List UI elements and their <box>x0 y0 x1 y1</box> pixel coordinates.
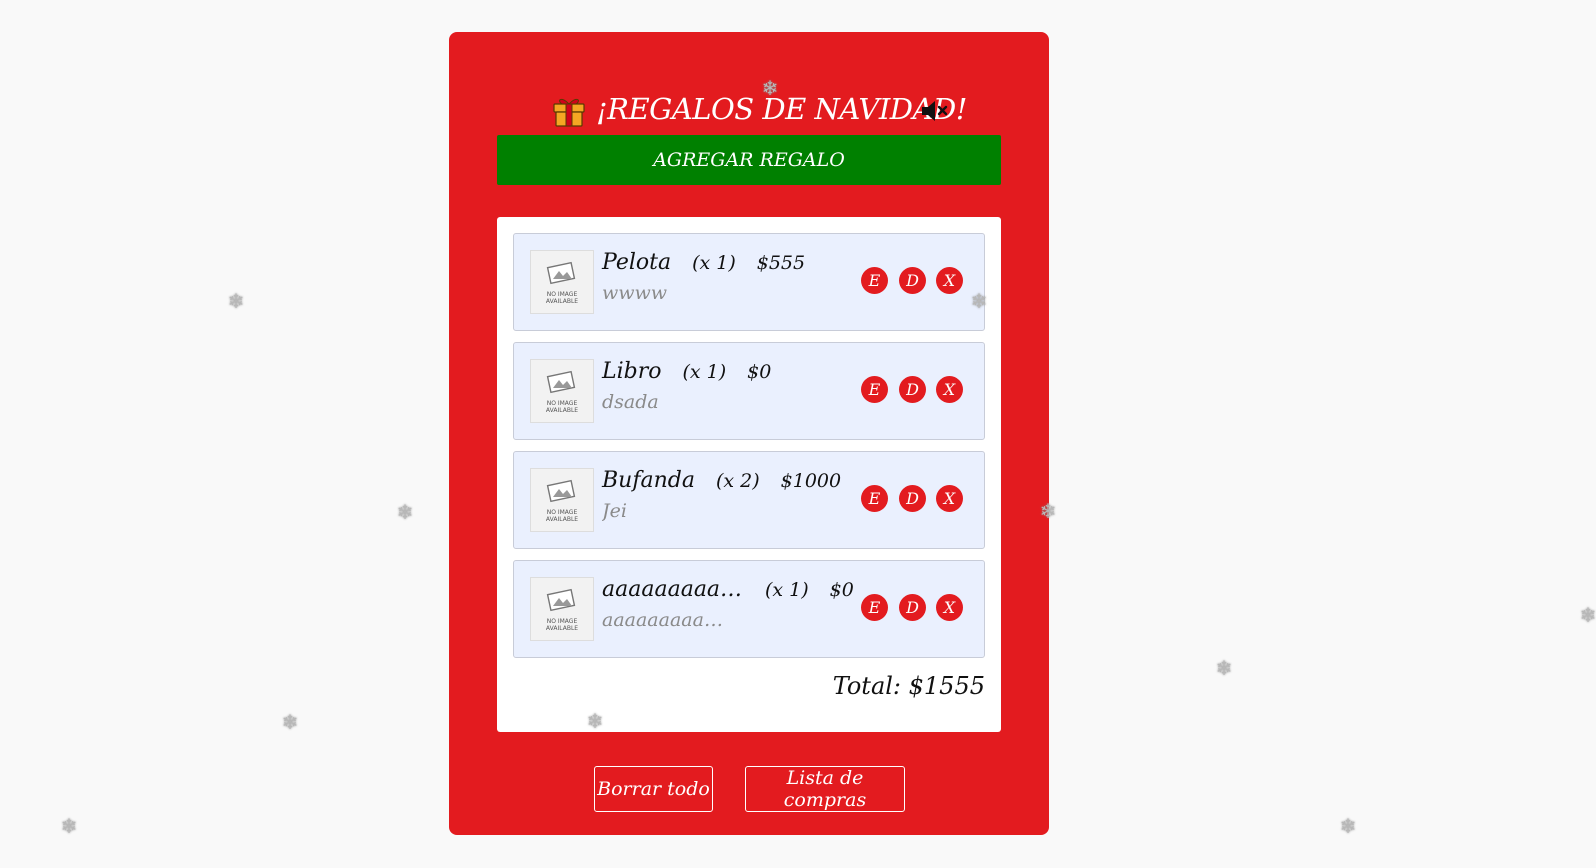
gift-quantity: (x 1) <box>692 252 736 274</box>
snowflake-icon: ❄ <box>1339 814 1357 838</box>
gift-price: $555 <box>756 252 806 274</box>
delete-button[interactable]: X <box>936 267 963 294</box>
total-amount: Total: $1555 <box>832 672 985 700</box>
gift-summary: Bufanda (x 2) $1000 <box>602 468 841 493</box>
no-image-text: NO IMAGE AVAILABLE <box>545 291 579 305</box>
gift-item: NO IMAGE AVAILABLE aaaaaaaaaaa... (x 1) … <box>513 560 985 658</box>
snowflake-icon: ❄ <box>1039 499 1057 523</box>
gift-price: $1000 <box>780 470 842 492</box>
gift-price: $0 <box>829 579 854 601</box>
snowflake-icon: ❄ <box>1579 603 1596 627</box>
gift-recipient: aaaaaaaaaaaaa... <box>602 609 732 631</box>
duplicate-button[interactable]: D <box>899 485 926 512</box>
gift-summary: Libro (x 1) $0 <box>602 359 771 384</box>
gift-quantity: (x 1) <box>765 579 809 601</box>
edit-button[interactable]: E <box>861 376 888 403</box>
image-placeholder-icon <box>546 261 576 285</box>
gift-item: NO IMAGE AVAILABLE Libro (x 1) $0 dsada … <box>513 342 985 440</box>
gift-image: NO IMAGE AVAILABLE <box>530 250 594 314</box>
no-image-text: NO IMAGE AVAILABLE <box>545 400 579 414</box>
snowflake-icon: ❄ <box>281 710 299 734</box>
gift-name: Libro <box>602 359 662 384</box>
snowflake-icon: ❄ <box>396 500 414 524</box>
edit-button[interactable]: E <box>861 485 888 512</box>
add-gift-button[interactable]: AGREGAR REGALO <box>497 135 1001 185</box>
no-image-text: NO IMAGE AVAILABLE <box>545 509 579 523</box>
page-title: ¡REGALOS DE NAVIDAD! <box>596 92 967 126</box>
gift-price: $0 <box>747 361 772 383</box>
snowflake-icon: ❄ <box>60 814 78 838</box>
snowflake-icon: ❄ <box>970 289 988 313</box>
gift-item: NO IMAGE AVAILABLE Bufanda (x 2) $1000 J… <box>513 451 985 549</box>
gift-summary: aaaaaaaaaaa... (x 1) $0 <box>602 577 854 602</box>
delete-button[interactable]: X <box>936 485 963 512</box>
gift-name: aaaaaaaaaaa... <box>602 577 744 602</box>
edit-button[interactable]: E <box>861 594 888 621</box>
gift-recipient: Jei <box>602 500 627 522</box>
gift-image: NO IMAGE AVAILABLE <box>530 577 594 641</box>
image-placeholder-icon <box>546 588 576 612</box>
gift-image: NO IMAGE AVAILABLE <box>530 468 594 532</box>
header: ¡REGALOS DE NAVIDAD! <box>449 88 1049 132</box>
gift-icon <box>553 98 585 127</box>
gift-recipient: wwww <box>602 282 668 304</box>
gift-quantity: (x 2) <box>715 470 760 492</box>
image-placeholder-icon <box>546 479 576 503</box>
gift-name: Pelota <box>602 250 672 275</box>
gift-item: NO IMAGE AVAILABLE Pelota (x 1) $555 www… <box>513 233 985 331</box>
snowflake-icon: ❄ <box>227 289 245 313</box>
gift-summary: Pelota (x 1) $555 <box>602 250 805 275</box>
duplicate-button[interactable]: D <box>899 267 926 294</box>
mute-icon[interactable] <box>919 98 949 124</box>
shopping-list-button[interactable]: Lista de compras <box>745 766 905 812</box>
snowflake-icon: ❄ <box>761 76 779 100</box>
edit-button[interactable]: E <box>861 267 888 294</box>
gift-list: NO IMAGE AVAILABLE Pelota (x 1) $555 www… <box>497 217 1001 732</box>
delete-button[interactable]: X <box>936 594 963 621</box>
gift-name: Bufanda <box>602 468 695 493</box>
snowflake-icon: ❄ <box>1215 656 1233 680</box>
gift-quantity: (x 1) <box>682 361 727 383</box>
duplicate-button[interactable]: D <box>899 594 926 621</box>
snowflake-icon: ❄ <box>586 709 604 733</box>
duplicate-button[interactable]: D <box>899 376 926 403</box>
image-placeholder-icon <box>546 370 576 394</box>
gift-card: ¡REGALOS DE NAVIDAD! AGREGAR REGALO NO I… <box>449 32 1049 835</box>
gift-image: NO IMAGE AVAILABLE <box>530 359 594 423</box>
gift-recipient: dsada <box>602 391 659 413</box>
clear-all-button[interactable]: Borrar todo <box>594 766 713 812</box>
delete-button[interactable]: X <box>936 376 963 403</box>
no-image-text: NO IMAGE AVAILABLE <box>545 618 579 632</box>
